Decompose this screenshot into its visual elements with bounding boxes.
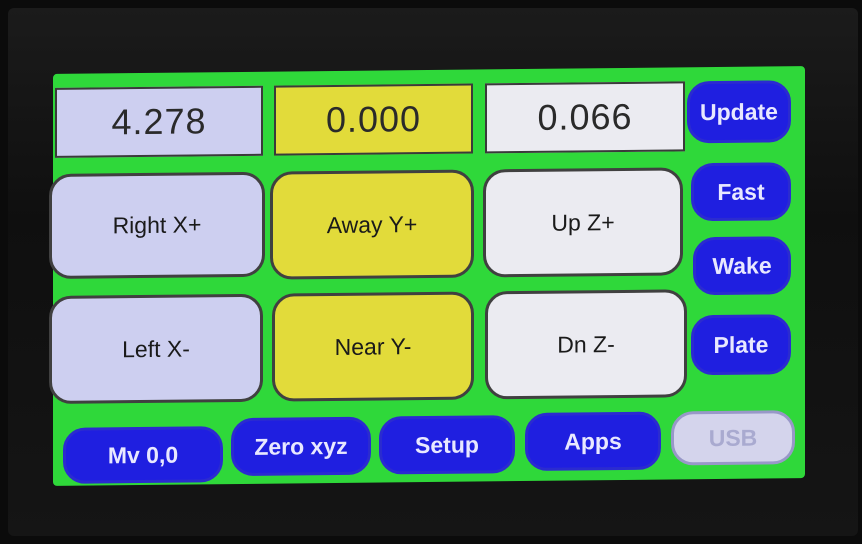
jog-z-minus-button[interactable]: Dn Z- [485,289,687,400]
jog-z-plus-button[interactable]: Up Z+ [483,167,683,278]
move-origin-button[interactable]: Mv 0,0 [63,426,223,484]
y-position-readout: 0.000 [274,83,473,156]
touch-screen: 4.278 0.000 0.066 Right X+ Away Y+ Up Z+… [49,66,805,486]
zero-xyz-button[interactable]: Zero xyz [231,416,371,477]
x-position-readout: 4.278 [55,85,263,158]
jog-x-minus-button[interactable]: Left X- [49,293,263,404]
wake-button[interactable]: Wake [693,236,791,296]
usb-button[interactable]: USB [671,410,795,466]
plate-button[interactable]: Plate [691,314,791,376]
jog-y-plus-button[interactable]: Away Y+ [270,169,474,280]
apps-button[interactable]: Apps [525,411,661,471]
fast-button[interactable]: Fast [691,162,791,222]
z-position-readout: 0.066 [485,81,685,154]
jog-y-minus-button[interactable]: Near Y- [272,291,474,402]
update-button[interactable]: Update [687,80,791,144]
jog-x-plus-button[interactable]: Right X+ [49,171,265,279]
setup-button[interactable]: Setup [379,415,515,475]
